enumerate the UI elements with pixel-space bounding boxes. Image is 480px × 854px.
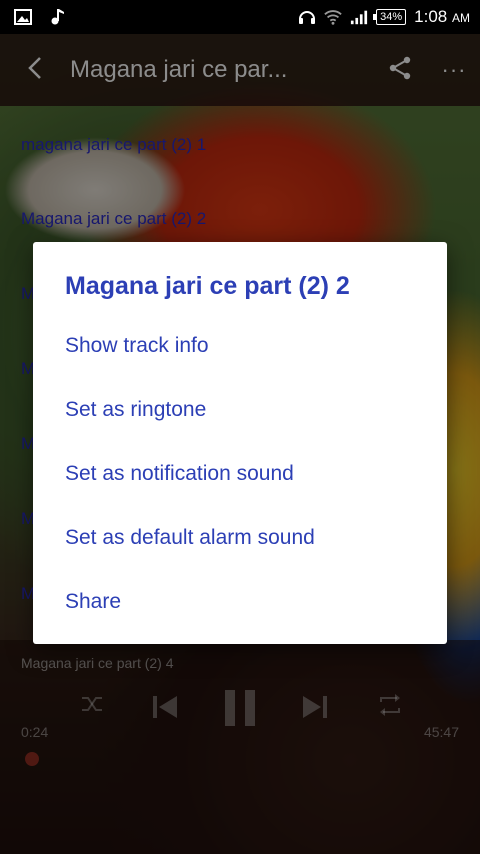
- headphones-icon: [299, 11, 316, 24]
- clock-ampm: AM: [452, 11, 470, 25]
- track-options-dialog: Magana jari ce part (2) 2 Show track inf…: [33, 242, 447, 644]
- wifi-icon: [324, 10, 342, 25]
- battery-indicator: 34%: [373, 9, 407, 25]
- menu-item-set-notification-sound[interactable]: Set as notification sound: [65, 462, 294, 486]
- signal-icon: [351, 10, 368, 25]
- menu-item-set-ringtone[interactable]: Set as ringtone: [65, 398, 206, 422]
- music-note-icon: [51, 9, 64, 25]
- menu-item-set-alarm-sound[interactable]: Set as default alarm sound: [65, 526, 315, 550]
- menu-item-show-track-info[interactable]: Show track info: [65, 334, 209, 358]
- menu-item-share[interactable]: Share: [65, 590, 121, 614]
- status-bar: 34% 1:08 AM: [0, 0, 480, 34]
- gallery-icon: [14, 9, 32, 25]
- dialog-title: Magana jari ce part (2) 2: [65, 272, 350, 300]
- appbar-scrim: [0, 34, 480, 106]
- clock-time: 1:08: [414, 7, 448, 26]
- clock: 1:08 AM: [414, 7, 470, 27]
